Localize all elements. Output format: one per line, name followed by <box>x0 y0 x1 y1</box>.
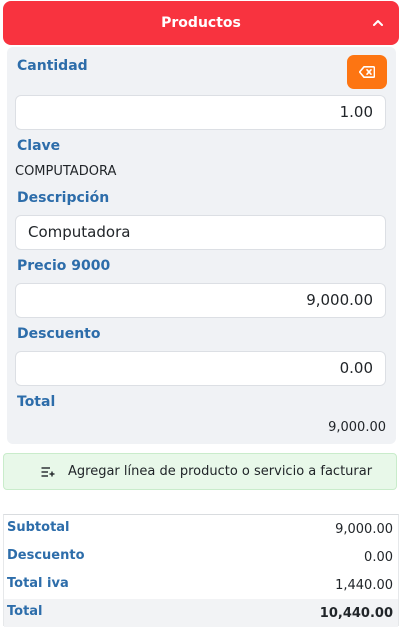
grand-total-value: 10,440.00 <box>319 606 393 621</box>
subtotal-row: Subtotal 9,000.00 <box>4 515 398 543</box>
total-value: 9,000.00 <box>328 420 386 435</box>
iva-row: Total iva 1,440.00 <box>4 571 398 599</box>
descuento-total-row: Descuento 0.00 <box>4 543 398 571</box>
subtotal-label: Subtotal <box>7 520 70 535</box>
totals-table: Subtotal 9,000.00 Descuento 0.00 Total i… <box>3 514 399 627</box>
precio-label: Precio 9000 <box>17 258 111 274</box>
descripcion-input[interactable]: Computadora <box>15 215 386 250</box>
add-line-label: Agregar línea de producto o servicio a f… <box>68 464 373 479</box>
iva-label: Total iva <box>7 576 69 591</box>
add-product-line-button[interactable]: Agregar línea de producto o servicio a f… <box>3 453 397 490</box>
subtotal-value: 9,000.00 <box>335 522 393 537</box>
delete-product-button[interactable] <box>347 55 387 89</box>
descuento-label: Descuento <box>17 326 101 342</box>
cantidad-label: Cantidad <box>17 58 88 74</box>
clave-value: COMPUTADORA <box>15 164 117 179</box>
panel-title: Productos <box>161 15 241 31</box>
grand-total-row: Total 10,440.00 <box>4 599 398 627</box>
clave-label: Clave <box>17 138 61 154</box>
list-add-icon <box>41 467 55 477</box>
backspace-icon <box>359 66 375 78</box>
descuento-total-label: Descuento <box>7 548 85 563</box>
products-panel-header[interactable]: Productos <box>3 1 399 45</box>
descuento-input[interactable]: 0.00 <box>15 351 386 386</box>
grand-total-label: Total <box>7 604 43 619</box>
iva-value: 1,440.00 <box>335 578 393 593</box>
descuento-total-value: 0.00 <box>364 550 393 565</box>
chevron-up-icon[interactable] <box>371 16 385 30</box>
precio-input[interactable]: 9,000.00 <box>15 283 386 318</box>
total-label: Total <box>17 394 56 410</box>
descripcion-label: Descripción <box>17 190 110 206</box>
cantidad-input[interactable]: 1.00 <box>15 95 386 130</box>
